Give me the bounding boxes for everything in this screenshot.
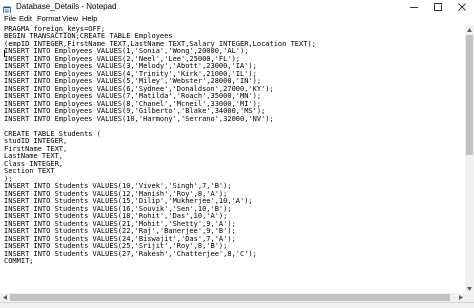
menu-bar: File Edit Format View Help — [0, 13, 474, 25]
text-editor[interactable]: PRAGMA foreign_keys=OFF; BEGIN TRANSACTI… — [0, 25, 465, 293]
maximize-button[interactable] — [426, 0, 450, 13]
scroll-right-arrow-icon — [458, 295, 463, 300]
menu-view[interactable]: View — [62, 14, 78, 24]
window-title: Database_Details - Notepad — [16, 2, 117, 11]
scroll-down-button[interactable] — [465, 284, 474, 293]
scroll-right-button[interactable] — [456, 293, 465, 302]
menu-edit[interactable]: Edit — [19, 14, 32, 24]
menu-help[interactable]: Help — [82, 14, 97, 24]
horizontal-scroll-thumb[interactable] — [10, 294, 450, 301]
scroll-up-arrow-icon — [467, 27, 472, 32]
minimize-button[interactable] — [402, 0, 426, 13]
text-caret — [4, 50, 5, 57]
scroll-left-button[interactable] — [0, 293, 9, 302]
menu-format[interactable]: Format — [37, 14, 61, 24]
close-button[interactable] — [450, 0, 474, 13]
horizontal-scrollbar[interactable] — [0, 293, 465, 302]
vertical-scroll-thumb[interactable] — [466, 35, 473, 155]
window-bottom-border — [0, 302, 474, 308]
menu-file[interactable]: File — [4, 14, 16, 24]
minimize-icon — [410, 6, 418, 8]
notepad-window: Database_Details - Notepad File Edit For… — [0, 0, 474, 308]
maximize-icon — [434, 2, 442, 11]
scrollbar-corner — [465, 293, 474, 302]
title-bar[interactable]: Database_Details - Notepad — [0, 0, 474, 15]
close-icon — [458, 2, 466, 11]
scroll-up-button[interactable] — [465, 25, 474, 34]
scroll-left-arrow-icon — [2, 295, 7, 300]
scroll-down-arrow-icon — [467, 286, 472, 291]
editor-content[interactable]: PRAGMA foreign_keys=OFF; BEGIN TRANSACTI… — [4, 25, 316, 266]
vertical-scrollbar[interactable] — [465, 25, 474, 293]
notepad-icon — [3, 2, 11, 15]
